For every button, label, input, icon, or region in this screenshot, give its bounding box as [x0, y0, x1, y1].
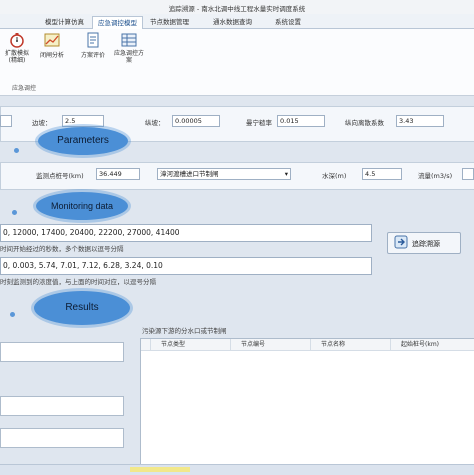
slope-label: 边坡：	[32, 119, 52, 127]
parameters-callout: Parameters	[38, 127, 128, 155]
row-header-cell	[141, 339, 151, 351]
results-table[interactable]: 节点类型 节点编号 节点名称 起始桩号(km)	[140, 338, 474, 466]
annotation-dot	[14, 148, 19, 153]
stopwatch-icon	[9, 32, 25, 48]
result-field[interactable]	[0, 342, 124, 362]
ribbon: 扩散模拟(精细) 闭闸分析 方案评价 应急调控方案 应急调控	[0, 29, 474, 96]
column-header[interactable]: 起始桩号(km)	[391, 339, 474, 351]
tab-emergency-model[interactable]: 应急调控模型	[92, 16, 143, 29]
column-header[interactable]: 节点类型	[151, 339, 231, 351]
tab-water-query[interactable]: 通水数据查询	[208, 16, 257, 28]
roughness-input[interactable]: 0.015	[277, 115, 325, 127]
depth-label: 水深(m)	[322, 172, 347, 180]
ribbon-group-label: 应急调控	[12, 85, 37, 92]
flow-label: 流量(m3/s)	[418, 172, 453, 180]
menu-tab-bar: 模型计算仿真 应急调控模型 节点数据管理 通水数据查询 系统设置	[0, 14, 474, 29]
times-input[interactable]: 0, 12000, 17400, 20400, 22200, 27000, 41…	[0, 224, 372, 242]
gate-select[interactable]: 漳河渡槽进口节制闸 ▾	[157, 168, 291, 180]
annotation-dot	[12, 210, 17, 215]
document-icon	[85, 32, 101, 48]
chevron-down-icon: ▾	[284, 170, 288, 178]
trace-icon	[394, 235, 408, 251]
times-hint: 时间开始经过的秒数，多个数据以逗号分隔	[0, 245, 124, 253]
roughness-label: 曼宁糙率	[246, 119, 272, 127]
plan-evaluation-button[interactable]: 方案评价	[78, 32, 108, 59]
column-header[interactable]: 节点编号	[231, 339, 311, 351]
emergency-plan-button[interactable]: 应急调控方案	[114, 32, 144, 64]
window-title: 追踪溯源 - 南水北调中线工程水量实时调度系统	[168, 5, 306, 13]
concentrations-input[interactable]: 0, 0.003, 5.74, 7.01, 7.12, 6.28, 3.24, …	[0, 257, 372, 275]
left-truncated-field[interactable]	[0, 115, 12, 127]
slope-input[interactable]: 2.5	[62, 115, 104, 127]
result-field[interactable]	[0, 428, 124, 448]
gradient-input[interactable]: 0.00005	[172, 115, 220, 127]
gradient-label: 纵坡：	[145, 119, 165, 127]
status-indicator	[130, 467, 190, 472]
flow-input[interactable]	[462, 168, 474, 180]
results-table-title: 污染源下游的分水口或节制闸	[142, 327, 227, 335]
concentrations-hint: 时刻监测到的浓度值，与上面的时间对应，以逗号分隔	[0, 278, 156, 286]
tab-model-simulation[interactable]: 模型计算仿真	[40, 16, 89, 28]
dispersion-label: 纵向离散系数	[345, 119, 384, 127]
station-label: 监测点桩号(km)	[36, 172, 84, 180]
status-bar	[0, 464, 474, 475]
gate-analysis-button[interactable]: 闭闸分析	[37, 32, 67, 59]
diffusion-sim-button[interactable]: 扩散模拟(精细)	[2, 32, 32, 64]
grid-icon	[121, 32, 137, 48]
depth-input[interactable]: 4.5	[362, 168, 402, 180]
annotation-dot	[10, 312, 15, 317]
result-field[interactable]	[0, 396, 124, 416]
tab-node-data[interactable]: 节点数据管理	[145, 16, 194, 28]
title-bar: 追踪溯源 - 南水北调中线工程水量实时调度系统	[0, 0, 474, 15]
monitoring-callout: Monitoring data	[36, 192, 128, 220]
chart-icon	[44, 32, 60, 48]
station-input[interactable]: 36.449	[96, 168, 140, 180]
dispersion-input[interactable]: 3.43	[396, 115, 444, 127]
column-header[interactable]: 节点名称	[311, 339, 391, 351]
trace-source-button[interactable]: 追踪溯源	[387, 232, 461, 254]
tab-settings[interactable]: 系统设置	[270, 16, 306, 28]
results-callout: Results	[34, 291, 130, 325]
